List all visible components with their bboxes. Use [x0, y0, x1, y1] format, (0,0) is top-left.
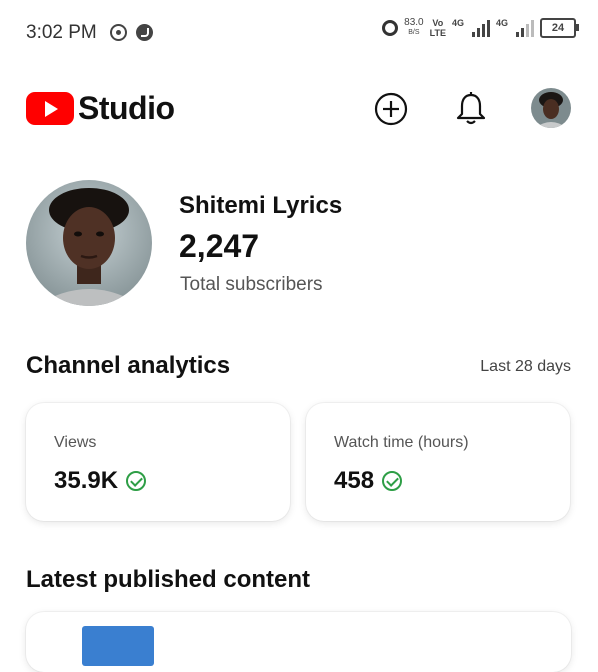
avatar-image: [531, 88, 571, 128]
volte-bottom: LTE: [429, 28, 446, 38]
watch-time-card[interactable]: Watch time (hours) 458: [306, 403, 570, 521]
signal-icon: [516, 19, 534, 37]
status-indicators: 83.0 B/S Vo LTE 4G 4G 24: [382, 18, 579, 38]
channel-name: Shitemi Lyrics: [179, 192, 343, 219]
volte-top: Vo: [432, 18, 444, 28]
youtube-play-icon: [26, 92, 74, 125]
create-button[interactable]: [373, 91, 409, 127]
channel-avatar-image: [26, 180, 152, 306]
views-value: 35.9K: [54, 467, 119, 494]
subscriber-label: Total subscribers: [180, 274, 323, 295]
alarm-icon: [382, 20, 399, 36]
notifications-button[interactable]: [453, 91, 489, 127]
studio-logo[interactable]: Studio: [26, 90, 175, 127]
network-type-1: 4G: [451, 18, 464, 28]
analytics-range: Last 28 days: [480, 358, 571, 375]
add-icon: [374, 92, 408, 126]
network-speed-value: 83.0: [404, 17, 424, 28]
latest-content-card[interactable]: [26, 612, 571, 672]
subscriber-count: 2,247: [179, 228, 260, 264]
watch-time-value: 458: [334, 467, 375, 494]
network-speed: 83.0 B/S: [404, 18, 423, 38]
watch-time-value-row: 458: [334, 467, 403, 495]
bell-icon: [456, 92, 486, 125]
views-value-row: 35.9K: [54, 467, 147, 495]
check-circle-icon: [382, 471, 403, 491]
latest-content-title: Latest published content: [26, 566, 311, 593]
app-header: Studio: [0, 82, 598, 138]
battery-icon: 24: [540, 18, 579, 38]
network-type-2: 4G: [495, 18, 508, 28]
video-thumbnail: [82, 626, 154, 666]
messenger-icon: [136, 24, 153, 41]
signal-icon: [471, 19, 490, 37]
analytics-title: Channel analytics: [26, 352, 231, 379]
logo-text: Studio: [78, 90, 175, 126]
status-bar: 3:02 PM 83.0 B/S Vo LTE 4G 4G 24: [0, 0, 598, 66]
check-circle-icon: [126, 471, 147, 491]
volte-indicator: Vo LTE: [430, 18, 446, 38]
network-speed-unit: B/S: [408, 29, 420, 36]
channel-avatar[interactable]: [26, 180, 152, 306]
status-time: 3:02 PM: [26, 22, 97, 43]
watch-time-label: Watch time (hours): [334, 434, 469, 451]
views-label: Views: [54, 434, 97, 451]
whatsapp-icon: [110, 24, 127, 41]
views-card[interactable]: Views 35.9K: [26, 403, 290, 521]
account-avatar[interactable]: [531, 88, 571, 128]
